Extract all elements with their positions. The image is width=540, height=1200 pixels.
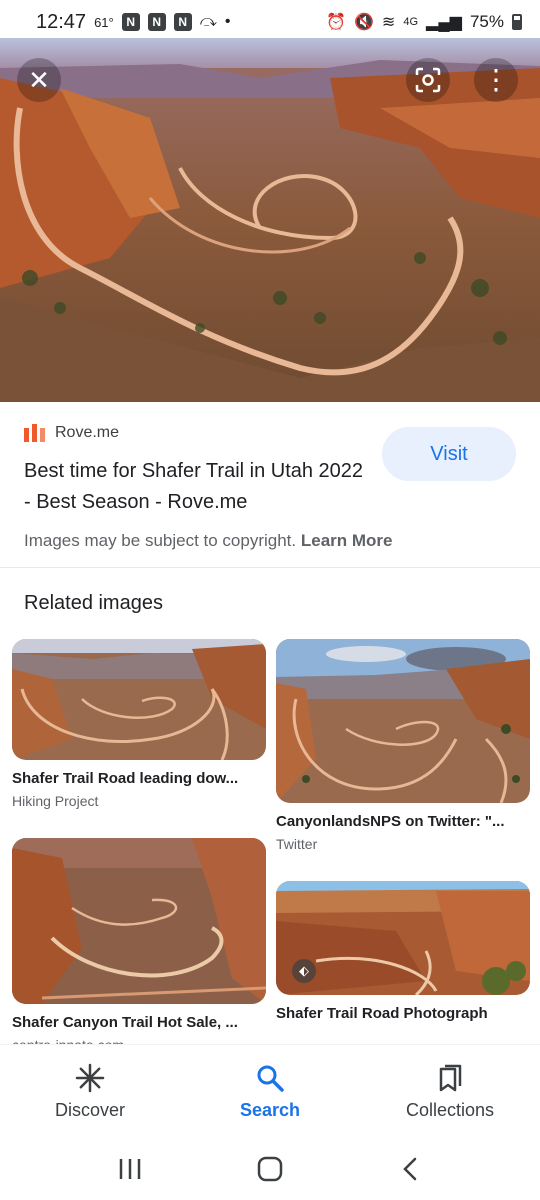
result-title[interactable]: Best time for Shafer Trail in Utah 2022 … xyxy=(24,456,364,518)
mute-icon: 🔇 xyxy=(354,14,374,31)
related-image-card[interactable]: Shafer Trail Road leading dow... Hiking … xyxy=(12,639,266,809)
status-time: 12:47 xyxy=(36,10,87,33)
recent-apps-icon[interactable] xyxy=(100,1149,160,1189)
related-image-title: CanyonlandsNPS on Twitter: "... xyxy=(276,813,505,830)
search-icon xyxy=(255,1062,285,1094)
system-navigation-bar xyxy=(0,1138,540,1200)
source-row[interactable]: Rove.me xyxy=(24,424,119,442)
bookmarks-icon xyxy=(435,1062,465,1094)
nav-label: Search xyxy=(239,1100,301,1120)
status-temperature: 61° xyxy=(94,14,114,30)
related-image[interactable] xyxy=(12,838,266,1004)
related-image[interactable]: ⬖ xyxy=(276,881,530,995)
source-name: Rove.me xyxy=(55,424,120,441)
network-type: 4G xyxy=(403,16,419,28)
divider xyxy=(0,567,540,568)
nav-search[interactable]: Search xyxy=(180,1045,360,1138)
nav-label: Discover xyxy=(54,1100,125,1120)
dot-icon: • xyxy=(224,13,231,30)
related-image-source: Hiking Project xyxy=(12,793,99,809)
alarm-icon: ⏰ xyxy=(326,14,346,31)
related-image[interactable] xyxy=(12,639,266,760)
signal-icon: ▂▄▆ xyxy=(426,14,462,31)
related-image-card[interactable]: CanyonlandsNPS on Twitter: "... Twitter xyxy=(276,639,530,852)
lens-icon[interactable] xyxy=(406,58,450,102)
copyright-text: Images may be subject to copyright. xyxy=(24,531,297,550)
more-vert-icon[interactable]: ⋮ xyxy=(474,58,518,102)
notification-icon: N xyxy=(147,13,166,31)
battery-icon xyxy=(512,14,522,30)
nav-discover[interactable]: Discover xyxy=(0,1045,180,1138)
nav-collections[interactable]: Collections xyxy=(360,1045,540,1138)
wifi-icon: ≋ xyxy=(381,14,396,31)
source-logo-icon xyxy=(24,424,45,442)
asterisk-icon xyxy=(75,1062,105,1094)
notification-icon: ⤼ xyxy=(199,13,217,30)
related-image-title: Shafer Trail Road Photograph xyxy=(276,1005,488,1022)
copyright-notice: Images may be subject to copyright. Lear… xyxy=(24,531,393,551)
notification-icon: N xyxy=(121,13,140,31)
hero-image[interactable]: ✕ ⋮ xyxy=(0,38,540,402)
close-icon[interactable]: ✕ xyxy=(17,58,61,102)
related-image-title: Shafer Canyon Trail Hot Sale, ... xyxy=(12,1014,238,1031)
related-image-title: Shafer Trail Road leading dow... xyxy=(12,770,239,787)
related-image-card[interactable]: Shafer Canyon Trail Hot Sale, ... centro… xyxy=(12,838,266,1051)
learn-more-link[interactable]: Learn More xyxy=(301,531,393,550)
tag-icon: ⬖ xyxy=(292,959,316,983)
related-images-heading: Related images xyxy=(24,592,163,614)
back-icon[interactable] xyxy=(380,1149,440,1189)
visit-button[interactable]: Visit xyxy=(382,427,516,481)
related-image-card[interactable]: ⬖ Shafer Trail Road Photograph xyxy=(276,881,530,1022)
battery-percent: 75% xyxy=(469,12,504,31)
related-image[interactable] xyxy=(276,639,530,803)
home-icon[interactable] xyxy=(240,1149,300,1189)
canyon-photo xyxy=(0,38,540,402)
notification-icon: N xyxy=(173,13,192,31)
bottom-navigation: Discover Search Collections xyxy=(0,1044,540,1138)
nav-label: Collections xyxy=(405,1100,495,1120)
related-image-source: Twitter xyxy=(276,836,318,852)
